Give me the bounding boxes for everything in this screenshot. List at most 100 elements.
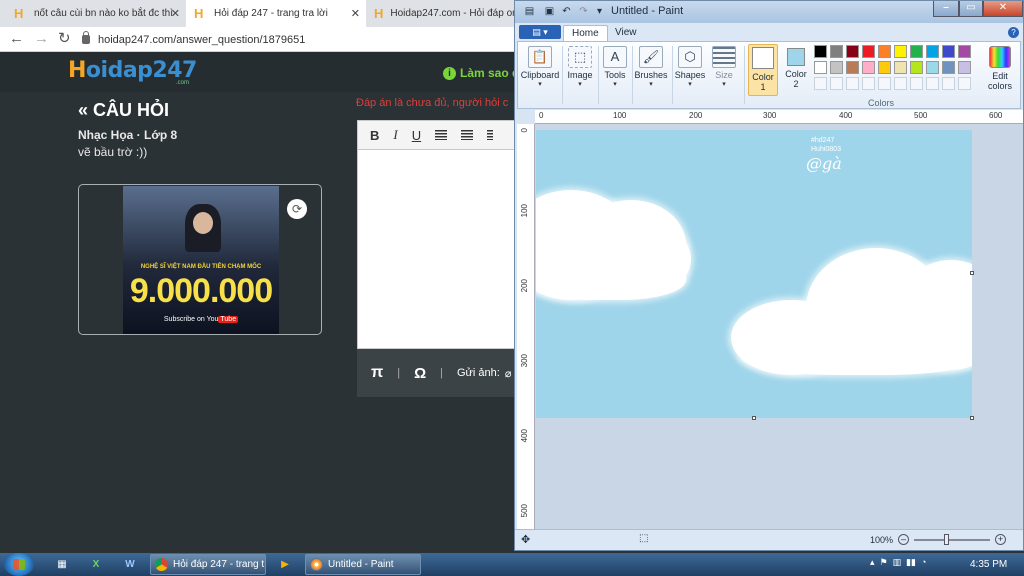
ruler-vertical: 0 100 200 300 400 500: [517, 124, 535, 529]
question-heading[interactable]: « CÂU HỎI: [78, 100, 169, 121]
palette-swatch[interactable]: [926, 61, 939, 74]
palette-swatch[interactable]: [814, 61, 827, 74]
custom-swatch[interactable]: [910, 77, 923, 90]
size-group[interactable]: Size ▾: [708, 44, 740, 106]
palette-swatch[interactable]: [958, 45, 971, 58]
question-image-card: NGHỆ SĨ VIỆT NAM ĐẦU TIÊN CHẠM MỐC 9.000…: [78, 184, 322, 335]
tab-3[interactable]: H Hoidap247.com - Hỏi đáp onli: [366, 0, 514, 27]
clock[interactable]: 4:35 PM: [970, 559, 1007, 570]
tab-2[interactable]: H Hỏi đáp 247 - trang tra lời ✕: [186, 0, 366, 27]
customize-qat-icon[interactable]: ▾: [593, 5, 606, 18]
explorer-icon[interactable]: ▦: [52, 556, 72, 573]
custom-swatch[interactable]: [942, 77, 955, 90]
custom-swatch[interactable]: [958, 77, 971, 90]
custom-swatch[interactable]: [926, 77, 939, 90]
taskbar-task-paint[interactable]: Untitled - Paint: [305, 554, 421, 575]
shapes-group[interactable]: ⬡ Shapes ▾: [674, 44, 706, 106]
color2-button[interactable]: Color 2: [782, 44, 810, 96]
chrome-icon: [155, 558, 168, 571]
zoom-out-icon[interactable]: –: [898, 534, 910, 545]
rotate-image-icon[interactable]: ⟳: [287, 199, 307, 219]
palette-swatch[interactable]: [910, 45, 923, 58]
palette-swatch[interactable]: [862, 45, 875, 58]
url-field[interactable]: hoidap247.com/answer_question/1879651: [82, 30, 522, 49]
zoom-in-icon[interactable]: +: [995, 534, 1007, 545]
palette-swatch[interactable]: [958, 61, 971, 74]
palette-swatch[interactable]: [910, 61, 923, 74]
paint-app-icon[interactable]: ▤: [523, 5, 536, 18]
tab-view[interactable]: View: [607, 25, 645, 41]
tab-home[interactable]: Home: [563, 25, 608, 41]
tab-title: Hỏi đáp 247 - trang tra lời: [214, 8, 328, 19]
cloud-shape: [741, 330, 972, 375]
color1-button[interactable]: Color 1: [748, 44, 778, 96]
palette-swatch[interactable]: [926, 45, 939, 58]
palette-swatch[interactable]: [878, 45, 891, 58]
custom-swatch[interactable]: [862, 77, 875, 90]
taskbar-task-chrome[interactable]: Hỏi đáp 247 - trang t...: [150, 554, 266, 575]
paint-file-menu-button[interactable]: ▤ ▾: [519, 25, 561, 39]
drawing-canvas[interactable]: #hd247 Huhi0803 @gà: [536, 130, 972, 418]
reload-icon[interactable]: ↻: [58, 31, 71, 47]
italic-button[interactable]: I: [393, 127, 397, 143]
redo-icon[interactable]: ↷: [577, 5, 590, 18]
media-player-icon[interactable]: ▶: [275, 556, 295, 573]
minimize-icon[interactable]: –: [933, 1, 959, 17]
tab-1[interactable]: H nốt câu cùi bn nào ko bắt đc thì ✕: [6, 0, 186, 27]
upload-image-label[interactable]: Gửi ảnh:: [457, 367, 500, 379]
paperclip-icon[interactable]: ⌀: [505, 367, 512, 380]
close-tab-icon[interactable]: ✕: [171, 7, 180, 20]
custom-swatch[interactable]: [814, 77, 827, 90]
math-pi-button[interactable]: π: [371, 364, 383, 382]
zoom-slider[interactable]: [914, 533, 991, 545]
image-group[interactable]: ⬚ Image ▾: [564, 44, 596, 106]
palette-swatch[interactable]: [942, 61, 955, 74]
custom-swatch[interactable]: [894, 77, 907, 90]
start-button[interactable]: [4, 553, 34, 576]
word-icon[interactable]: W: [120, 556, 140, 573]
close-icon[interactable]: ✕: [983, 1, 1023, 17]
bold-button[interactable]: B: [370, 128, 379, 143]
palette-swatch[interactable]: [862, 61, 875, 74]
palette-swatch[interactable]: [942, 45, 955, 58]
help-icon[interactable]: ?: [1008, 27, 1019, 38]
undo-icon[interactable]: ↶: [560, 5, 573, 18]
resize-handle[interactable]: [752, 416, 756, 420]
ribbon-divider: [562, 46, 563, 104]
custom-swatch[interactable]: [846, 77, 859, 90]
tray-icons[interactable]: ▴ ⚑ ▥ ▮▮ ◔: [870, 557, 926, 568]
palette-swatch[interactable]: [846, 61, 859, 74]
align-left-icon[interactable]: [435, 130, 448, 140]
answer-textarea[interactable]: [357, 150, 520, 349]
resize-handle[interactable]: [970, 271, 974, 275]
special-chars-omega-button[interactable]: Ω: [414, 365, 426, 382]
howto-link[interactable]: i Làm sao đ: [443, 66, 519, 80]
edit-colors-button[interactable]: Edit colors: [982, 44, 1018, 91]
back-arrow-icon[interactable]: ←: [9, 31, 24, 47]
custom-swatch[interactable]: [830, 77, 843, 90]
question-image[interactable]: NGHỆ SĨ VIỆT NAM ĐẦU TIÊN CHẠM MỐC 9.000…: [123, 186, 279, 334]
clipboard-group[interactable]: 📋 Clipboard ▾: [520, 44, 560, 106]
forward-arrow-icon[interactable]: →: [34, 31, 49, 47]
align-center-icon[interactable]: [461, 130, 474, 140]
custom-swatch[interactable]: [878, 77, 891, 90]
palette-swatch[interactable]: [894, 61, 907, 74]
maximize-icon[interactable]: ▭: [959, 1, 983, 17]
palette-swatch[interactable]: [894, 45, 907, 58]
zoom-slider-thumb[interactable]: [944, 533, 950, 545]
save-icon[interactable]: ▣: [543, 5, 556, 18]
palette-swatch[interactable]: [830, 61, 843, 74]
underline-button[interactable]: U: [412, 128, 421, 143]
align-right-icon[interactable]: [487, 130, 494, 140]
image-subscribe-text: Subscribe on You Tube: [123, 316, 279, 323]
excel-icon[interactable]: X: [86, 556, 106, 573]
palette-swatch[interactable]: [878, 61, 891, 74]
resize-handle[interactable]: [970, 416, 974, 420]
close-tab-icon[interactable]: ✕: [351, 7, 360, 20]
palette-swatch[interactable]: [846, 45, 859, 58]
brushes-group[interactable]: 🖌 Brushes ▾: [634, 44, 668, 106]
shapes-label: Shapes: [674, 70, 706, 80]
palette-swatch[interactable]: [814, 45, 827, 58]
tools-group[interactable]: A Tools ▾: [600, 44, 630, 106]
palette-swatch[interactable]: [830, 45, 843, 58]
